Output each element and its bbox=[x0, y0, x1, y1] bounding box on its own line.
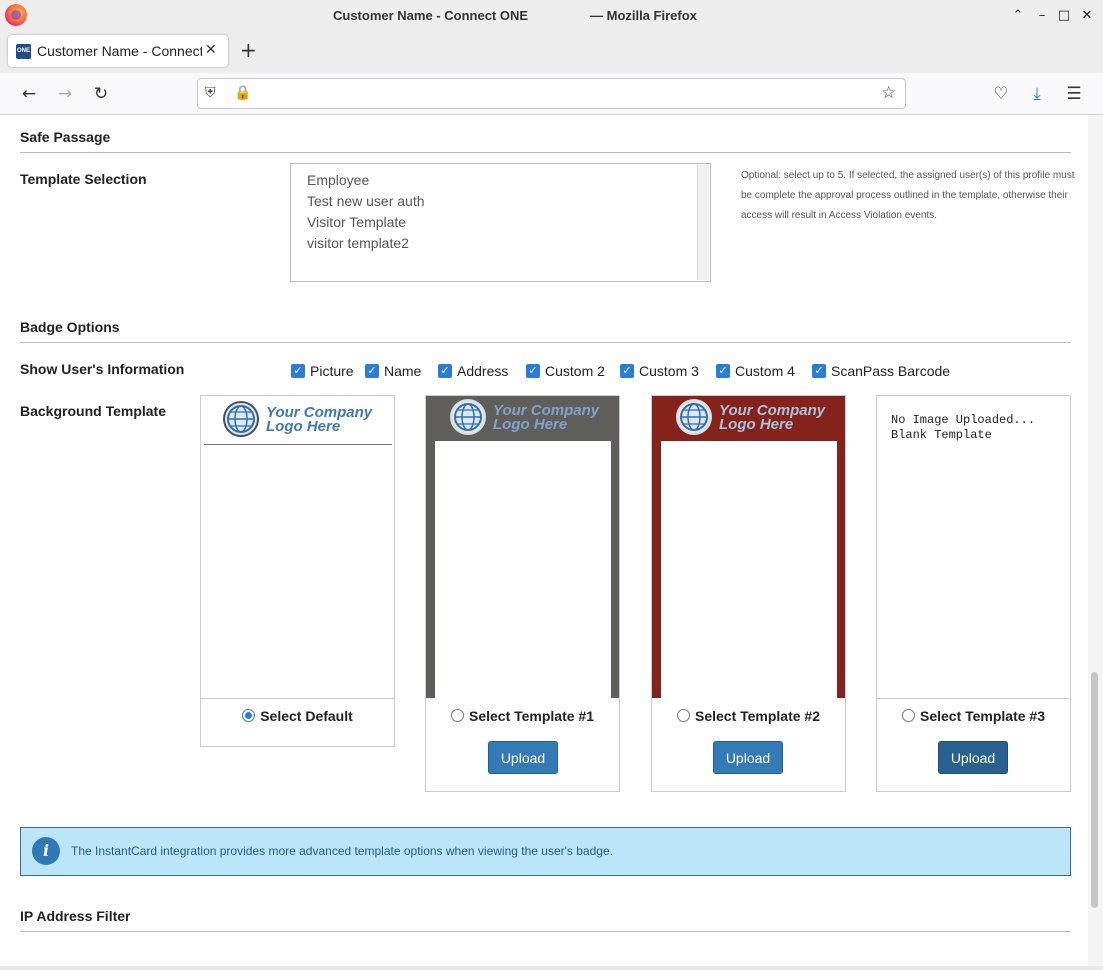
pocket-icon[interactable]: ♡ bbox=[990, 83, 1012, 105]
logo-text-line2: Logo Here bbox=[266, 418, 341, 435]
menu-hamburger-icon[interactable]: ☰ bbox=[1063, 83, 1085, 105]
template-card-1: Your Company Logo Here Select Template #… bbox=[425, 395, 620, 792]
browser-tab[interactable]: ONE Customer Name - Connect ONE ✕ bbox=[8, 35, 228, 67]
section-heading-safe-passage: Safe Passage bbox=[20, 129, 111, 145]
forward-arrow-icon[interactable]: → bbox=[54, 83, 76, 105]
show-user-info-label: Show User's Information bbox=[20, 361, 185, 377]
checkbox-label: Address bbox=[457, 363, 509, 379]
radio-select-template-3[interactable]: Select Template #3 bbox=[877, 708, 1070, 724]
minimize-icon[interactable]: – bbox=[1032, 6, 1052, 26]
page-content: Safe Passage Template Selection Employee… bbox=[0, 116, 1088, 970]
divider bbox=[20, 931, 1071, 932]
template-selection-listbox[interactable]: Employee Test new user auth Visitor Temp… bbox=[290, 163, 711, 282]
page-scrollbar[interactable] bbox=[1088, 116, 1103, 966]
radio-label: Select Template #3 bbox=[919, 708, 1046, 724]
close-window-icon[interactable]: ✕ bbox=[1077, 6, 1097, 26]
radio-label: Select Template #1 bbox=[468, 708, 595, 724]
checkbox-label: Custom 2 bbox=[545, 363, 605, 379]
radio-button[interactable] bbox=[676, 709, 690, 722]
card-divider bbox=[201, 698, 394, 699]
url-input[interactable] bbox=[254, 84, 854, 104]
template-card-2: Your Company Logo Here Select Template #… bbox=[651, 395, 846, 792]
background-template-label: Background Template bbox=[20, 403, 166, 419]
radio-select-template-2[interactable]: Select Template #2 bbox=[652, 708, 845, 724]
upload-button-template-2[interactable]: Upload bbox=[713, 741, 783, 774]
checkmark-icon[interactable]: ✓ bbox=[716, 364, 730, 378]
window-title: Customer Name - Connect ONE bbox=[333, 8, 529, 23]
divider bbox=[20, 342, 1071, 343]
checkbox-label: ScanPass Barcode bbox=[831, 363, 951, 379]
globe-icon bbox=[676, 399, 712, 435]
window-titlebar: Customer Name - Connect ONE — Mozilla Fi… bbox=[0, 0, 1103, 31]
favicon-icon: ONE bbox=[16, 44, 31, 59]
template-selection-label: Template Selection bbox=[20, 171, 147, 187]
logo-divider bbox=[204, 444, 392, 445]
checkmark-icon[interactable]: ✓ bbox=[620, 364, 634, 378]
template-option[interactable]: visitor template2 bbox=[307, 235, 409, 251]
bottom-edge bbox=[0, 966, 1103, 970]
blank-template-text: Blank Template bbox=[891, 428, 992, 442]
new-tab-icon[interactable]: + bbox=[240, 38, 257, 62]
tab-bar: ONE Customer Name - Connect ONE ✕ + bbox=[0, 31, 1103, 73]
checkbox-label: Picture bbox=[310, 363, 354, 379]
tab-title: Customer Name - Connect ONE bbox=[37, 43, 202, 59]
upload-button-template-1[interactable]: Upload bbox=[488, 741, 558, 774]
checkmark-icon[interactable]: ✓ bbox=[438, 364, 452, 378]
template-option[interactable]: Test new user auth bbox=[307, 193, 425, 209]
checkbox-label: Custom 4 bbox=[735, 363, 795, 379]
template-option[interactable]: Visitor Template bbox=[307, 214, 406, 230]
template-option[interactable]: Employee bbox=[307, 172, 369, 188]
logo-text-line2: Logo Here bbox=[719, 416, 794, 433]
scrollbar-thumb[interactable] bbox=[1091, 672, 1098, 908]
bookmark-star-icon[interactable]: ☆ bbox=[881, 83, 896, 103]
badge-photo-area bbox=[435, 441, 611, 698]
chevron-up-icon[interactable]: ⌃ bbox=[1008, 6, 1028, 26]
firefox-logo-icon bbox=[5, 4, 27, 26]
logo-text-line2: Logo Here bbox=[493, 416, 568, 433]
checkmark-icon[interactable]: ✓ bbox=[365, 364, 379, 378]
card-divider bbox=[877, 698, 1070, 699]
shield-icon[interactable]: ⛨ bbox=[205, 85, 216, 101]
info-alert-text: The InstantCard integration provides mor… bbox=[71, 844, 613, 858]
template-selection-help: Optional: select up to 5. If selected, t… bbox=[741, 170, 1075, 221]
no-image-text: No Image Uploaded... bbox=[891, 413, 1036, 427]
divider bbox=[20, 152, 1071, 153]
url-bar[interactable]: ⛨ 🔒 ☆ bbox=[197, 78, 906, 109]
listbox-scrollbar[interactable] bbox=[697, 165, 709, 280]
globe-icon bbox=[450, 399, 486, 435]
radio-label: Select Template #2 bbox=[694, 708, 821, 724]
section-heading-badge-options: Badge Options bbox=[20, 319, 120, 335]
radio-label: Select Default bbox=[260, 708, 353, 724]
navigation-toolbar: ← → ↻ ⛨ 🔒 ☆ ♡ ⤓ ☰ bbox=[0, 73, 1103, 115]
badge-photo-area bbox=[661, 441, 837, 698]
lock-icon[interactable]: 🔒 bbox=[234, 85, 251, 101]
checkbox-label: Name bbox=[384, 363, 422, 379]
radio-button[interactable] bbox=[901, 709, 915, 722]
template-card-default: Your Company Logo Here Select Default bbox=[200, 395, 395, 747]
info-icon: i bbox=[32, 837, 60, 865]
checkbox-label: Custom 3 bbox=[639, 363, 699, 379]
section-heading-ip-filter: IP Address Filter bbox=[20, 908, 131, 924]
reload-icon[interactable]: ↻ bbox=[90, 83, 112, 105]
upload-button-template-3[interactable]: Upload bbox=[938, 741, 1008, 774]
globe-icon bbox=[223, 401, 259, 437]
checkmark-icon[interactable]: ✓ bbox=[526, 364, 540, 378]
checkmark-icon[interactable]: ✓ bbox=[812, 364, 826, 378]
radio-button[interactable] bbox=[450, 709, 464, 722]
checkmark-icon[interactable]: ✓ bbox=[291, 364, 305, 378]
template-card-3: No Image Uploaded... Blank Template Sele… bbox=[876, 395, 1071, 792]
radio-select-default[interactable]: Select Default bbox=[201, 708, 394, 724]
downloads-icon[interactable]: ⤓ bbox=[1026, 83, 1048, 105]
window-title-app: — Mozilla Firefox bbox=[590, 8, 697, 23]
radio-button[interactable] bbox=[242, 709, 256, 722]
radio-select-template-1[interactable]: Select Template #1 bbox=[426, 708, 619, 724]
info-alert: i The InstantCard integration provides m… bbox=[20, 827, 1071, 876]
close-tab-icon[interactable]: ✕ bbox=[205, 42, 217, 58]
back-arrow-icon[interactable]: ← bbox=[18, 83, 40, 105]
maximize-icon[interactable]: □ bbox=[1054, 6, 1074, 26]
